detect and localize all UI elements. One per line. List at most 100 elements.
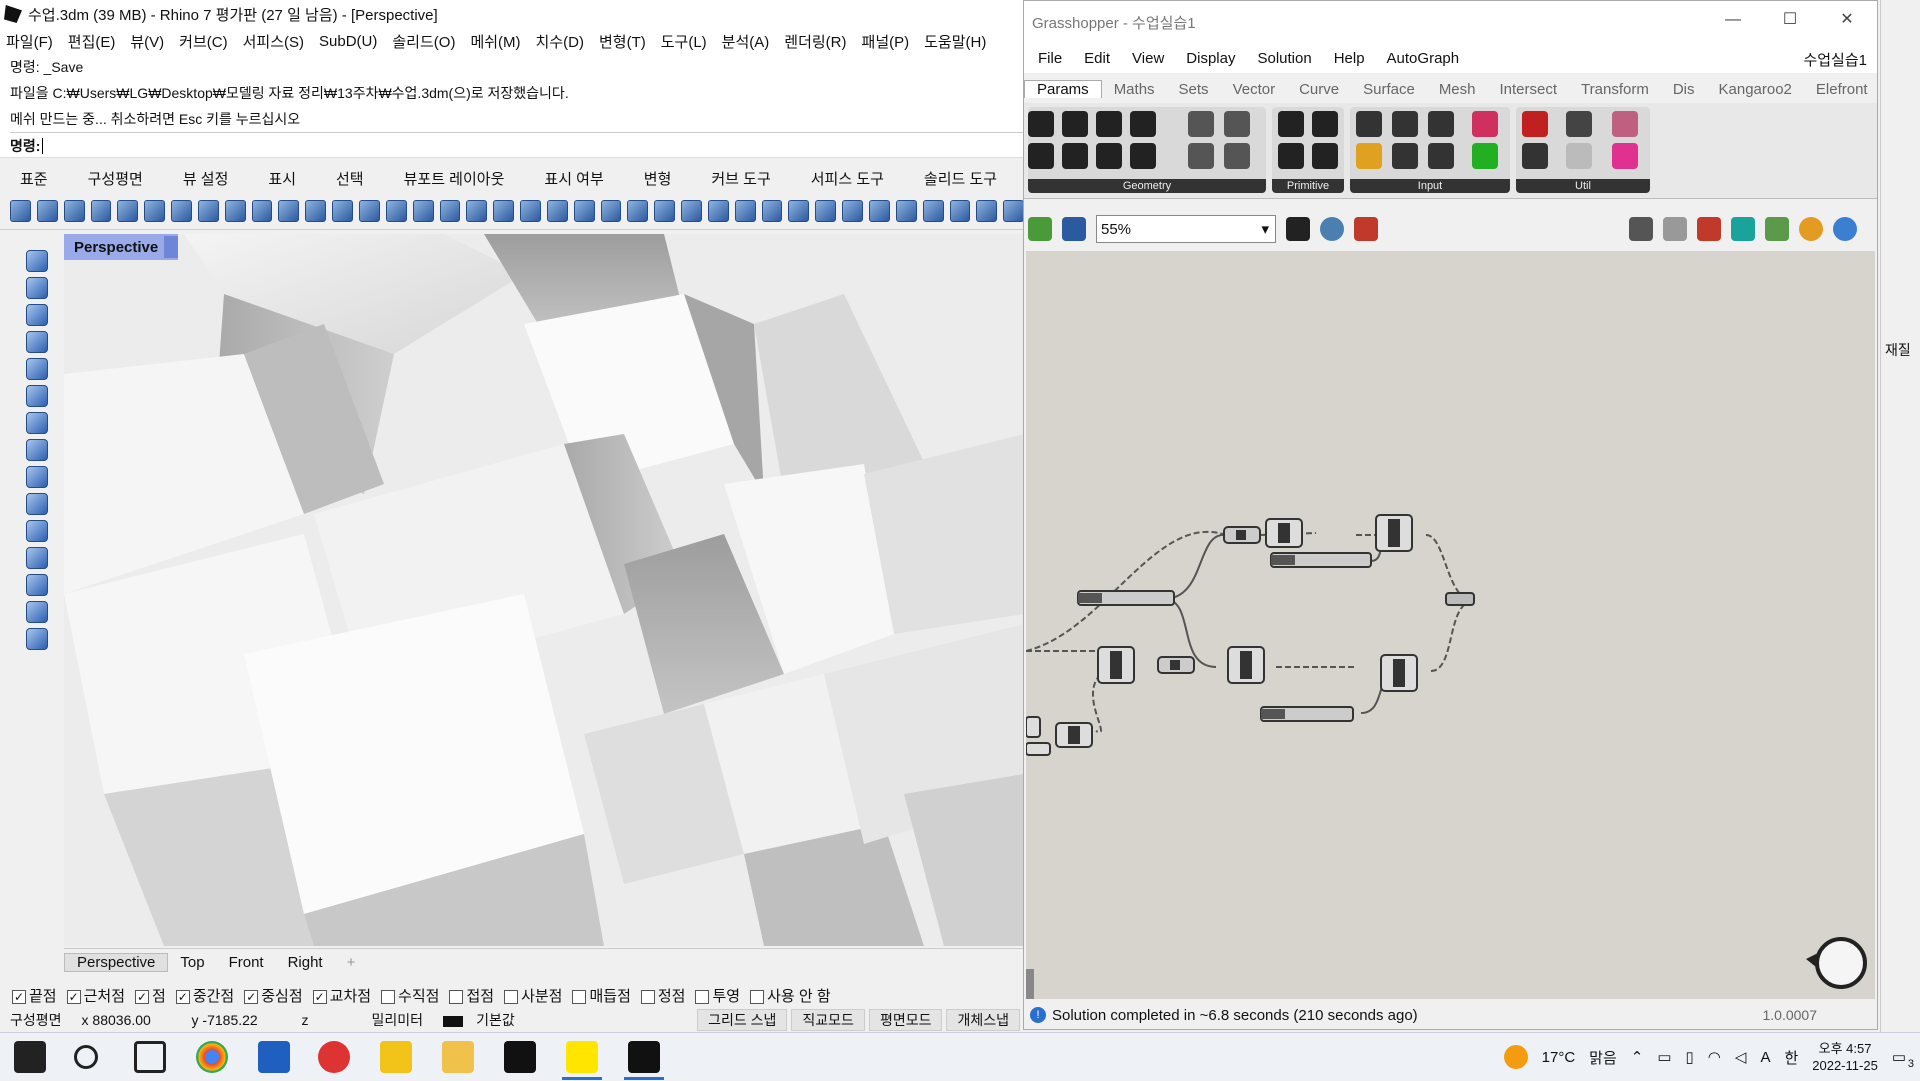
gh-tab[interactable]: Maths [1102,81,1167,98]
close-icon[interactable]: ✕ [1838,11,1856,29]
add-viewport-tab-icon[interactable]: + [335,954,368,971]
gh-component-icon[interactable] [1278,111,1304,137]
gh-tab[interactable]: Params [1024,80,1102,98]
osnap-checkbox[interactable]: ✓ [66,989,81,1004]
sticky-notes-icon[interactable] [380,1041,412,1073]
tool-icon[interactable] [26,250,48,272]
clock[interactable]: 오후 4:57 2022-11-25 [1812,1040,1878,1074]
weather-temp[interactable]: 17°C [1542,1049,1576,1066]
toolbar-command-icon[interactable] [734,199,756,222]
gh-component-icon[interactable] [1028,143,1054,169]
planar-toggle[interactable]: 평면모드 [868,1009,943,1031]
rhino-taskbar-icon[interactable] [628,1041,660,1073]
chevron-up-icon[interactable]: ⌃ [1631,1048,1644,1066]
gh-tab[interactable]: Intersect [1488,81,1570,98]
mesh-settings-icon[interactable] [1833,217,1857,241]
tab-front[interactable]: Front [217,954,276,971]
menu-item[interactable]: 서피스(S) [243,31,304,52]
tool-icon[interactable] [26,277,48,299]
gh-component-icon[interactable] [1188,143,1214,169]
osnap-item[interactable]: 사분점 [504,985,562,1006]
minimize-icon[interactable]: — [1724,11,1742,29]
toolbar-command-icon[interactable] [278,199,300,222]
windows-start-icon[interactable] [14,1041,46,1073]
gh-tab[interactable]: Transform [1569,81,1661,98]
gh-menu-item[interactable]: Edit [1084,50,1110,67]
osnap-item[interactable]: ✓ 교차점 [312,985,371,1006]
wireframe-icon[interactable] [1663,217,1687,241]
toolbar-tab[interactable]: 표준 [0,168,68,189]
toolbar-command-icon[interactable] [707,199,729,222]
toolbar-command-icon[interactable] [224,199,246,222]
task-view-icon[interactable] [134,1041,166,1073]
tool-icon[interactable] [26,628,48,650]
gh-component-icon[interactable] [1278,143,1304,169]
osnap-item[interactable]: 정점 [640,985,685,1006]
osnap-item[interactable]: 사용 안 함 [750,985,831,1006]
gh-component-icon[interactable] [1224,143,1250,169]
tool-icon[interactable] [26,385,48,407]
gh-component-icon[interactable] [1062,111,1088,137]
osnap-item[interactable]: ✓ 중심점 [244,985,303,1006]
toolbar-tab[interactable]: 구성평면 [68,168,163,189]
netflix-icon[interactable] [504,1041,536,1073]
toolbar-command-icon[interactable] [63,199,85,222]
gh-component-icon[interactable] [1224,111,1250,137]
weather-sun-icon[interactable] [1503,1045,1528,1069]
osnap-checkbox[interactable] [504,989,519,1004]
gh-component-icon[interactable] [1566,143,1592,169]
tool-icon[interactable] [26,547,48,569]
perspective-viewport[interactable] [64,234,1024,946]
toolbar-command-icon[interactable] [385,199,407,222]
gh-tab[interactable]: Curve [1287,81,1351,98]
tool-icon[interactable] [26,439,48,461]
gh-component-icon[interactable] [1130,143,1156,169]
toolbar-command-icon[interactable] [358,199,380,222]
gh-component-icon[interactable] [1566,111,1592,137]
toolbar-command-icon[interactable] [493,199,515,222]
gh-tab[interactable]: Kangaroo2 [1707,81,1804,98]
gh-component-icon[interactable] [1392,143,1418,169]
toolbar-command-icon[interactable] [171,199,192,222]
gh-menu-item[interactable]: AutoGraph [1387,50,1460,67]
toolbar-command-icon[interactable] [305,199,327,222]
gh-component-icon[interactable] [1130,111,1156,137]
open-file-icon[interactable] [1028,217,1052,241]
tool-icon[interactable] [26,520,48,542]
toolbar-command-icon[interactable] [627,199,649,222]
menu-item[interactable]: 도구(L) [661,31,707,52]
menu-item[interactable]: 솔리드(O) [392,31,455,52]
tool-icon[interactable] [26,601,48,623]
shaded-preview-icon[interactable] [1697,217,1721,241]
tool-icon[interactable] [26,412,48,434]
toolbar-tab[interactable]: 솔리드 도구 [904,168,1017,189]
toolbar-command-icon[interactable] [681,199,702,222]
preview-mode-icon[interactable] [1629,217,1653,241]
units-label[interactable]: 밀리미터 [362,1010,434,1030]
gh-component-icon[interactable] [1096,143,1122,169]
menu-item[interactable]: SubD(U) [319,33,377,50]
osnap-item[interactable]: ✓ 중간점 [175,985,234,1006]
menu-item[interactable]: 분석(A) [722,31,770,52]
menu-item[interactable]: 커브(C) [179,31,227,52]
toolbar-command-icon[interactable] [761,199,783,222]
gh-component-icon[interactable] [1392,111,1418,137]
gh-component-icon[interactable] [1356,143,1382,169]
gh-component-icon[interactable] [1612,143,1638,169]
menu-item[interactable]: 치수(D) [536,31,584,52]
materials-panel-label[interactable]: 재질 [1885,340,1911,360]
osnap-checkbox[interactable] [449,989,464,1004]
toolbar-command-icon[interactable] [466,199,488,222]
osnap-checkbox[interactable]: ✓ [12,989,26,1004]
toolbar-tab[interactable]: 커브 도구 [691,168,790,189]
gh-tab[interactable]: Mesh [1427,81,1488,98]
toolbar-command-icon[interactable] [520,199,541,222]
battery-icon[interactable]: ▯ [1686,1048,1694,1066]
document-preview-icon[interactable] [1731,217,1755,241]
toolbar-tab[interactable]: 뷰 설정 [163,168,249,189]
osnap-item[interactable]: 투영 [695,985,740,1006]
kakaotalk-icon[interactable] [566,1041,598,1073]
ortho-toggle[interactable]: 직교모드 [791,1009,865,1031]
notification-icon[interactable]: ▭ 3 [1892,1048,1914,1070]
gh-component-icon[interactable] [1188,111,1214,137]
